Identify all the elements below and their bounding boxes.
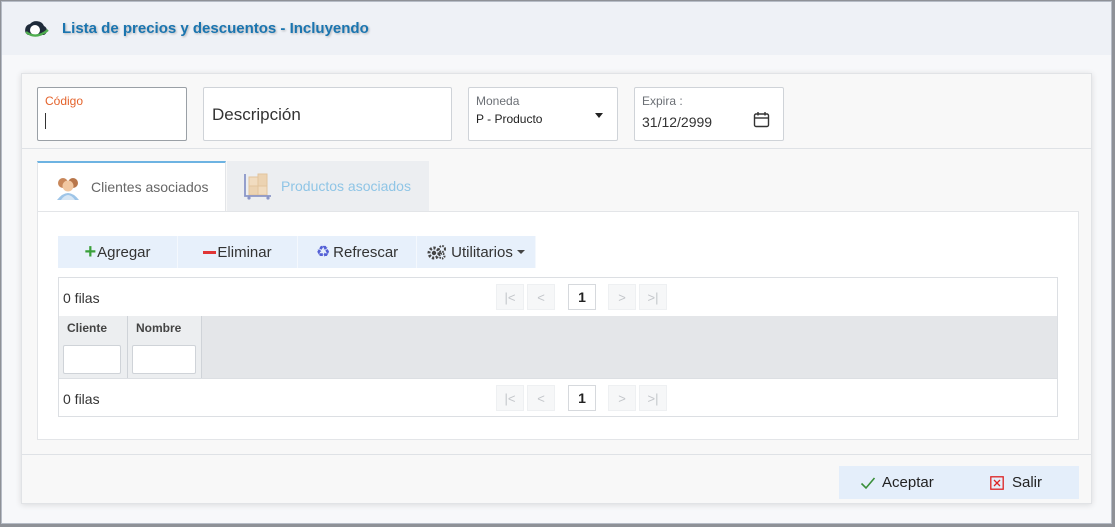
plus-icon: +: [84, 241, 97, 263]
last-page-icon[interactable]: >|: [639, 284, 667, 310]
nombre-filter-input[interactable]: [132, 345, 196, 374]
tab-clientes-label: Clientes asociados: [91, 179, 209, 195]
dropdown-arrow-icon[interactable]: [595, 113, 603, 118]
title-bar: Lista de precios y descuentos - Incluyen…: [2, 2, 1111, 55]
text-cursor: [45, 113, 46, 129]
cliente-filter-input[interactable]: [63, 345, 121, 374]
close-box-icon: [990, 475, 1004, 490]
pager-bottom: 0 filas |< < 1 > >|: [59, 378, 1057, 416]
column-header-cliente[interactable]: Cliente: [67, 321, 107, 335]
salir-label: Salir: [1012, 474, 1043, 491]
column-cliente: Cliente: [59, 316, 128, 378]
agregar-button[interactable]: + Agregar: [58, 236, 178, 268]
expira-label: Expira :: [642, 94, 683, 108]
aceptar-label: Aceptar: [882, 474, 934, 491]
cloud-logo-icon: [25, 20, 49, 37]
prev-page-icon[interactable]: <: [527, 284, 555, 310]
codigo-label: Código: [45, 94, 84, 108]
gears-icon: [427, 245, 447, 260]
eliminar-button[interactable]: Eliminar: [178, 236, 298, 268]
first-page-icon[interactable]: |<: [496, 385, 524, 411]
prev-page-icon[interactable]: <: [527, 385, 555, 411]
eliminar-label: Eliminar: [217, 243, 272, 261]
utilitarios-dropdown-button[interactable]: Utilitarios: [417, 236, 536, 268]
tab-productos-label: Productos asociados: [281, 178, 411, 194]
column-nombre: Nombre: [128, 316, 202, 378]
people-icon: [57, 178, 79, 200]
next-page-icon[interactable]: >: [608, 385, 636, 411]
tab-clientes-asociados[interactable]: Clientes asociados: [37, 161, 226, 211]
header-fields: Código Descripción Moneda P - Producto E…: [22, 74, 1091, 149]
refrescar-button[interactable]: ♻ Refrescar: [298, 236, 417, 268]
dialog-window: Lista de precios y descuentos - Incluyen…: [1, 1, 1112, 524]
descripcion-field[interactable]: Descripción: [203, 87, 452, 141]
current-page-button[interactable]: 1: [568, 385, 596, 411]
expira-date-field[interactable]: Expira : 31/12/2999: [634, 87, 784, 141]
grid-toolbar: + Agregar Eliminar ♻ Refrescar Utilitari…: [58, 236, 536, 268]
column-header-nombre[interactable]: Nombre: [136, 321, 181, 335]
refrescar-label: Refrescar: [333, 243, 399, 261]
utilitarios-label: Utilitarios: [451, 243, 513, 261]
tab-productos-asociados[interactable]: Productos asociados: [227, 161, 429, 211]
aceptar-button[interactable]: Aceptar: [839, 466, 959, 499]
check-icon: [860, 476, 876, 489]
recycle-icon: ♻: [315, 244, 331, 261]
moneda-value: P - Producto: [476, 112, 543, 126]
row-count-label: 0 filas: [63, 391, 100, 407]
window-title: Lista de precios y descuentos - Incluyen…: [62, 20, 369, 37]
calendar-icon[interactable]: [753, 111, 770, 128]
pager-top: 0 filas |< < 1 > >|: [59, 278, 1057, 316]
next-page-icon[interactable]: >: [608, 284, 636, 310]
moneda-select[interactable]: Moneda P - Producto: [468, 87, 618, 141]
minus-icon: [203, 250, 217, 254]
grid-header: Cliente Nombre: [59, 316, 1057, 378]
form-card: Código Descripción Moneda P - Producto E…: [21, 73, 1092, 504]
row-count-label: 0 filas: [63, 290, 100, 306]
descripcion-placeholder: Descripción: [212, 105, 301, 124]
codigo-field[interactable]: Código: [37, 87, 187, 141]
moneda-label: Moneda: [476, 94, 520, 108]
agregar-label: Agregar: [97, 243, 151, 261]
boxes-cart-icon: [244, 173, 271, 200]
dialog-footer: Aceptar Salir: [22, 454, 1091, 504]
clientes-grid: 0 filas |< < 1 > >| Cliente Nombre 0 fil…: [58, 277, 1058, 417]
expira-value: 31/12/2999: [642, 114, 713, 130]
first-page-icon[interactable]: |<: [496, 284, 524, 310]
last-page-icon[interactable]: >|: [639, 385, 667, 411]
current-page-button[interactable]: 1: [568, 284, 596, 310]
caret-down-icon: [516, 250, 525, 254]
clientes-panel: + Agregar Eliminar ♻ Refrescar Utilitari…: [37, 211, 1079, 440]
salir-button[interactable]: Salir: [959, 466, 1079, 499]
